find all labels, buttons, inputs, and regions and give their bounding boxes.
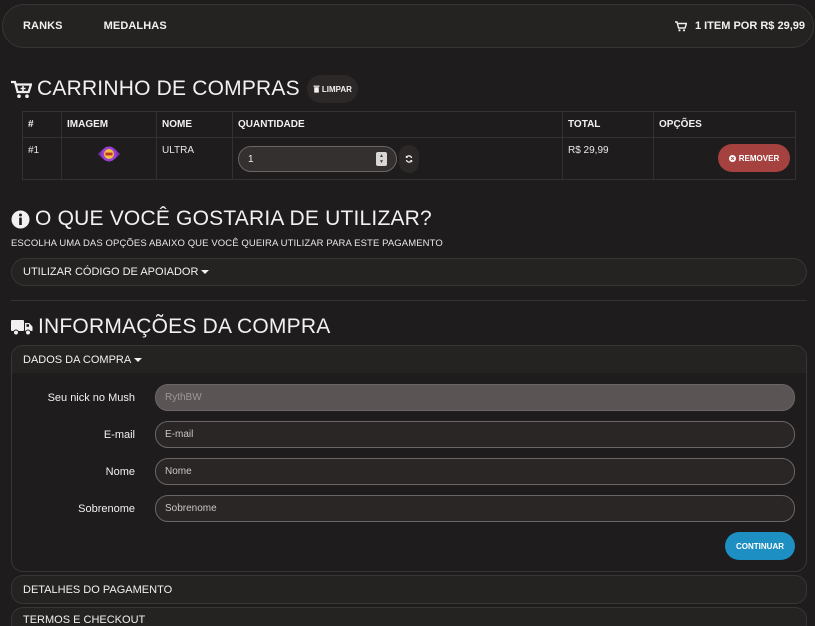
- col-image: IMAGEM: [61, 111, 157, 138]
- cart-plus-icon: [11, 80, 32, 98]
- section-divider: [11, 300, 807, 301]
- cart-title: CARRINHO DE COMPRAS: [37, 77, 300, 100]
- col-quantity: QUANTIDADE: [232, 111, 563, 138]
- first-name-field[interactable]: Nome: [155, 458, 795, 485]
- trash-icon: [313, 85, 320, 93]
- quantity-stepper[interactable]: 1 ▲ ▼: [238, 146, 397, 172]
- cart-section-title: CARRINHO DE COMPRAS LIMPAR: [11, 75, 358, 103]
- caret-down-icon: [201, 270, 210, 274]
- usage-section-title: O QUE VOCÊ GOSTARIA DE UTILIZAR?: [11, 206, 432, 232]
- remove-item-label: REMOVER: [738, 153, 780, 163]
- last-name-field[interactable]: Sobrenome: [155, 495, 795, 522]
- nick-field[interactable]: RythBW: [155, 384, 795, 411]
- usage-subtitle: ESCOLHA UMA DAS OPÇÕES ABAIXO QUE VOCÊ Q…: [11, 238, 443, 249]
- remove-item-button[interactable]: REMOVER: [718, 144, 790, 172]
- table-row: #1 ULTRA 1 ▲ ▼ R$ 29,99 REMOVER: [22, 137, 796, 180]
- quantity-cell: 1 ▲ ▼: [232, 137, 563, 180]
- purchase-title: INFORMAÇÕES DA COMPRA: [38, 315, 331, 338]
- first-name-row: Nome Nome: [12, 458, 806, 485]
- last-name-label: Sobrenome: [78, 502, 135, 515]
- col-index: #: [22, 111, 62, 138]
- nav-cart-summary[interactable]: 1 ITEM POR R$ 29,99: [674, 20, 805, 32]
- terms-checkout-accordion[interactable]: TERMOS E CHECKOUT: [11, 607, 807, 626]
- purchase-data-panel-header[interactable]: DADOS DA COMPRA: [12, 346, 806, 373]
- continue-button[interactable]: CONTINUAR: [725, 532, 795, 560]
- product-badge-icon: [98, 146, 120, 162]
- nav-link-medalhas[interactable]: MEDALHAS: [104, 20, 167, 32]
- cart-table: # IMAGEM NOME QUANTIDADE TOTAL OPÇÕES #1…: [22, 111, 796, 180]
- update-quantity-button[interactable]: [399, 145, 419, 173]
- times-circle-icon: [728, 154, 736, 162]
- terms-checkout-label: TERMOS E CHECKOUT: [23, 614, 146, 626]
- top-navbar: RANKS MEDALHAS 1 ITEM POR R$ 29,99: [2, 4, 814, 48]
- supporter-code-label: UTILIZAR CÓDIGO DE APOIADOR: [23, 266, 199, 278]
- cart-icon: [674, 20, 687, 31]
- col-name: NOME: [156, 111, 233, 138]
- quantity-value: 1: [248, 153, 254, 165]
- row-index: #1: [22, 137, 62, 180]
- payment-details-accordion[interactable]: DETALHES DO PAGAMENTO: [11, 575, 807, 604]
- purchase-data-panel-title: DADOS DA COMPRA: [23, 353, 132, 366]
- nick-row: Seu nick no Mush RythBW: [12, 384, 806, 411]
- usage-title: O QUE VOCÊ GOSTARIA DE UTILIZAR?: [35, 207, 432, 230]
- purchase-data-panel: DADOS DA COMPRA Seu nick no Mush RythBW …: [11, 345, 807, 572]
- truck-icon: [11, 319, 33, 335]
- options-cell: REMOVER: [653, 137, 796, 180]
- supporter-code-accordion[interactable]: UTILIZAR CÓDIGO DE APOIADOR: [11, 258, 807, 286]
- last-name-row: Sobrenome Sobrenome: [12, 495, 806, 522]
- cart-table-header: # IMAGEM NOME QUANTIDADE TOTAL OPÇÕES: [22, 111, 796, 138]
- first-name-label: Nome: [105, 465, 135, 478]
- email-label: E-mail: [103, 428, 135, 441]
- nick-label: Seu nick no Mush: [47, 391, 135, 404]
- col-options: OPÇÕES: [653, 111, 796, 138]
- product-total: R$ 29,99: [562, 137, 654, 180]
- cart-summary-text: 1 ITEM POR R$ 29,99: [694, 20, 805, 32]
- payment-details-label: DETALHES DO PAGAMENTO: [23, 583, 173, 596]
- col-total: TOTAL: [562, 111, 654, 138]
- caret-down-icon: [134, 357, 143, 362]
- info-circle-icon: [11, 210, 30, 228]
- refresh-icon: [405, 155, 413, 163]
- email-field[interactable]: E-mail: [155, 421, 795, 448]
- clear-cart-label: LIMPAR: [321, 84, 352, 94]
- clear-cart-button[interactable]: LIMPAR: [306, 75, 358, 103]
- purchase-section-title: INFORMAÇÕES DA COMPRA: [11, 314, 330, 340]
- email-row: E-mail E-mail: [12, 421, 806, 448]
- product-name: ULTRA: [156, 137, 233, 180]
- spinner-arrows-icon[interactable]: ▲ ▼: [376, 152, 387, 166]
- nav-link-ranks[interactable]: RANKS: [23, 20, 63, 32]
- product-image: [61, 137, 157, 180]
